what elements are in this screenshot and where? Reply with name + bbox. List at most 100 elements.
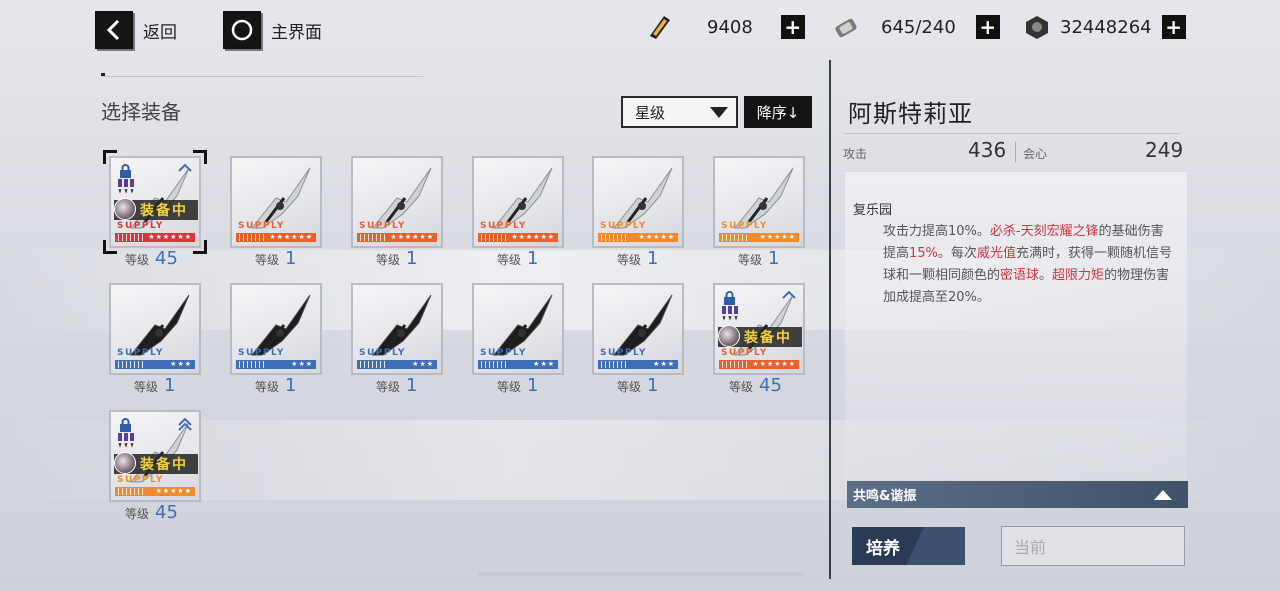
resource-coin: 32448264 + — [1022, 14, 1186, 40]
level-label: 等级 — [497, 380, 522, 394]
equipment-card[interactable]: SUPPLY ★★★★★★ — [472, 156, 564, 248]
level-label: 等级 — [125, 507, 150, 521]
level-value: 1 — [406, 375, 418, 396]
back-button[interactable]: 返回 — [95, 11, 177, 49]
supply-text: SUPPLY — [480, 348, 527, 358]
dropdown-triangle-icon — [710, 107, 728, 118]
supply-text: SUPPLY — [600, 221, 647, 231]
add-gold-button[interactable]: + — [780, 15, 805, 39]
level-value: 1 — [164, 375, 176, 396]
level-value: 1 — [285, 375, 297, 396]
home-button[interactable]: 主界面 — [223, 11, 322, 49]
resource-gold-value: 9408 — [707, 16, 753, 38]
rarity-bar: ★★★ — [236, 360, 316, 369]
atk-value: 436 — [968, 138, 1007, 162]
equipment-card[interactable]: SUPPLY ★★★★★ — [592, 156, 684, 248]
triangle-up-icon — [1154, 490, 1172, 500]
level-value: 45 — [155, 502, 178, 523]
resource-coin-value: 32448264 — [1060, 16, 1152, 38]
supply-text: SUPPLY — [117, 475, 164, 485]
level-label: 等级 — [617, 380, 642, 394]
equipment-card[interactable]: SUPPLY ★★★★★★ — [351, 156, 443, 248]
level-value: 1 — [647, 248, 659, 269]
sort-dropdown[interactable]: 星级 — [621, 96, 738, 128]
tier-emblem-icon — [722, 306, 738, 321]
equipment-level: 等级 1 — [617, 375, 658, 396]
equipment-level: 等级 1 — [376, 248, 417, 269]
equipment-card[interactable]: SUPPLY ★★★ — [109, 283, 201, 375]
equipment-level: 等级 1 — [497, 375, 538, 396]
resonance-section-toggle[interactable]: 共鸣&谐振 — [847, 481, 1188, 508]
level-label: 等级 — [134, 380, 159, 394]
skill-description-panel: 复乐园 攻击力提高10%。必杀-天刻宏耀之锋的基础伤害提高15%。每次威光值充满… — [845, 172, 1187, 480]
level-label: 等级 — [255, 253, 280, 267]
equipped-label: 装备中 — [744, 330, 792, 346]
equipment-level: 等级 1 — [738, 248, 779, 269]
rarity-bar: ★★★ — [598, 360, 678, 369]
scroll-indicator — [478, 572, 804, 576]
rarity-bar: ★★★★★★ — [236, 233, 316, 242]
rank-chevron-icon — [178, 417, 192, 431]
supply-text: SUPPLY — [480, 221, 527, 231]
equipment-card[interactable]: SUPPLY ★★★ — [472, 283, 564, 375]
level-label: 等级 — [376, 253, 401, 267]
divider-line — [101, 76, 423, 77]
equipment-level: 等级 1 — [255, 248, 296, 269]
supply-text: SUPPLY — [238, 348, 285, 358]
stat-divider — [843, 133, 1181, 134]
equipment-card[interactable]: SUPPLY ★★★★★ — [713, 156, 805, 248]
equipment-card[interactable]: SUPPLY ★★★ — [230, 283, 322, 375]
equipment-card[interactable]: SUPPLY ★★★★★★ — [230, 156, 322, 248]
level-label: 等级 — [376, 380, 401, 394]
character-avatar — [718, 325, 740, 347]
equipment-card[interactable]: SUPPLY ★★★★★ 装备中 — [109, 410, 201, 502]
level-value: 1 — [647, 375, 659, 396]
level-label: 等级 — [497, 253, 522, 267]
equipment-level: 等级 1 — [255, 375, 296, 396]
tier-emblem-icon — [118, 433, 134, 448]
rarity-bar: ★★★ — [115, 360, 195, 369]
level-label: 等级 — [738, 253, 763, 267]
level-value: 1 — [285, 248, 297, 269]
current-button[interactable]: 当前 — [1001, 526, 1185, 566]
weapon-name: 阿斯特莉亚 — [848, 100, 973, 128]
train-button[interactable]: 培养 — [852, 527, 965, 565]
level-value: 45 — [759, 375, 782, 396]
equipment-card[interactable]: SUPPLY ★★★ — [592, 283, 684, 375]
character-avatar — [114, 198, 136, 220]
back-label: 返回 — [143, 22, 177, 43]
resource-energy-value: 645/240 — [881, 16, 956, 38]
equipment-level: 等级 45 — [125, 502, 178, 523]
equipped-label: 装备中 — [140, 203, 188, 219]
supply-text: SUPPLY — [721, 348, 768, 358]
lock-icon — [120, 418, 131, 432]
stat-separator — [1015, 142, 1016, 162]
panel-divider — [829, 60, 831, 579]
rarity-bar: ★★★★★ — [719, 233, 799, 242]
gold-ticket-icon — [650, 16, 670, 39]
rarity-bar: ★★★★★★ — [115, 233, 195, 242]
level-label: 等级 — [255, 380, 280, 394]
character-avatar — [114, 452, 136, 474]
sort-order-button[interactable]: 降序↓ — [744, 96, 812, 128]
skill-description: 攻击力提高10%。必杀-天刻宏耀之锋的基础伤害提高15%。每次威光值充满时，获得… — [883, 224, 1172, 305]
lock-icon — [120, 164, 131, 178]
add-coin-button[interactable]: + — [1161, 15, 1186, 39]
level-value: 45 — [155, 248, 178, 269]
rank-chevron-icon — [178, 163, 192, 172]
stat-row: 攻击 436 会心 249 — [843, 136, 1183, 166]
resonance-label: 共鸣&谐振 — [853, 489, 917, 504]
equipment-card[interactable]: SUPPLY ★★★★★★ 装备中 — [713, 283, 805, 375]
lock-icon — [724, 291, 735, 305]
equipment-card[interactable]: SUPPLY ★★★ — [351, 283, 443, 375]
equipment-card[interactable]: SUPPLY ★★★★★★ 装备中 — [103, 150, 207, 254]
add-energy-button[interactable]: + — [975, 15, 1000, 39]
circle-home-icon — [223, 11, 261, 49]
supply-text: SUPPLY — [600, 348, 647, 358]
supply-text: SUPPLY — [117, 221, 164, 231]
atk-label: 攻击 — [843, 147, 868, 161]
home-label: 主界面 — [271, 22, 322, 43]
equipped-badge: 装备中 — [114, 452, 198, 474]
rarity-bar: ★★★★★ — [598, 233, 678, 242]
rarity-bar: ★★★ — [357, 360, 437, 369]
